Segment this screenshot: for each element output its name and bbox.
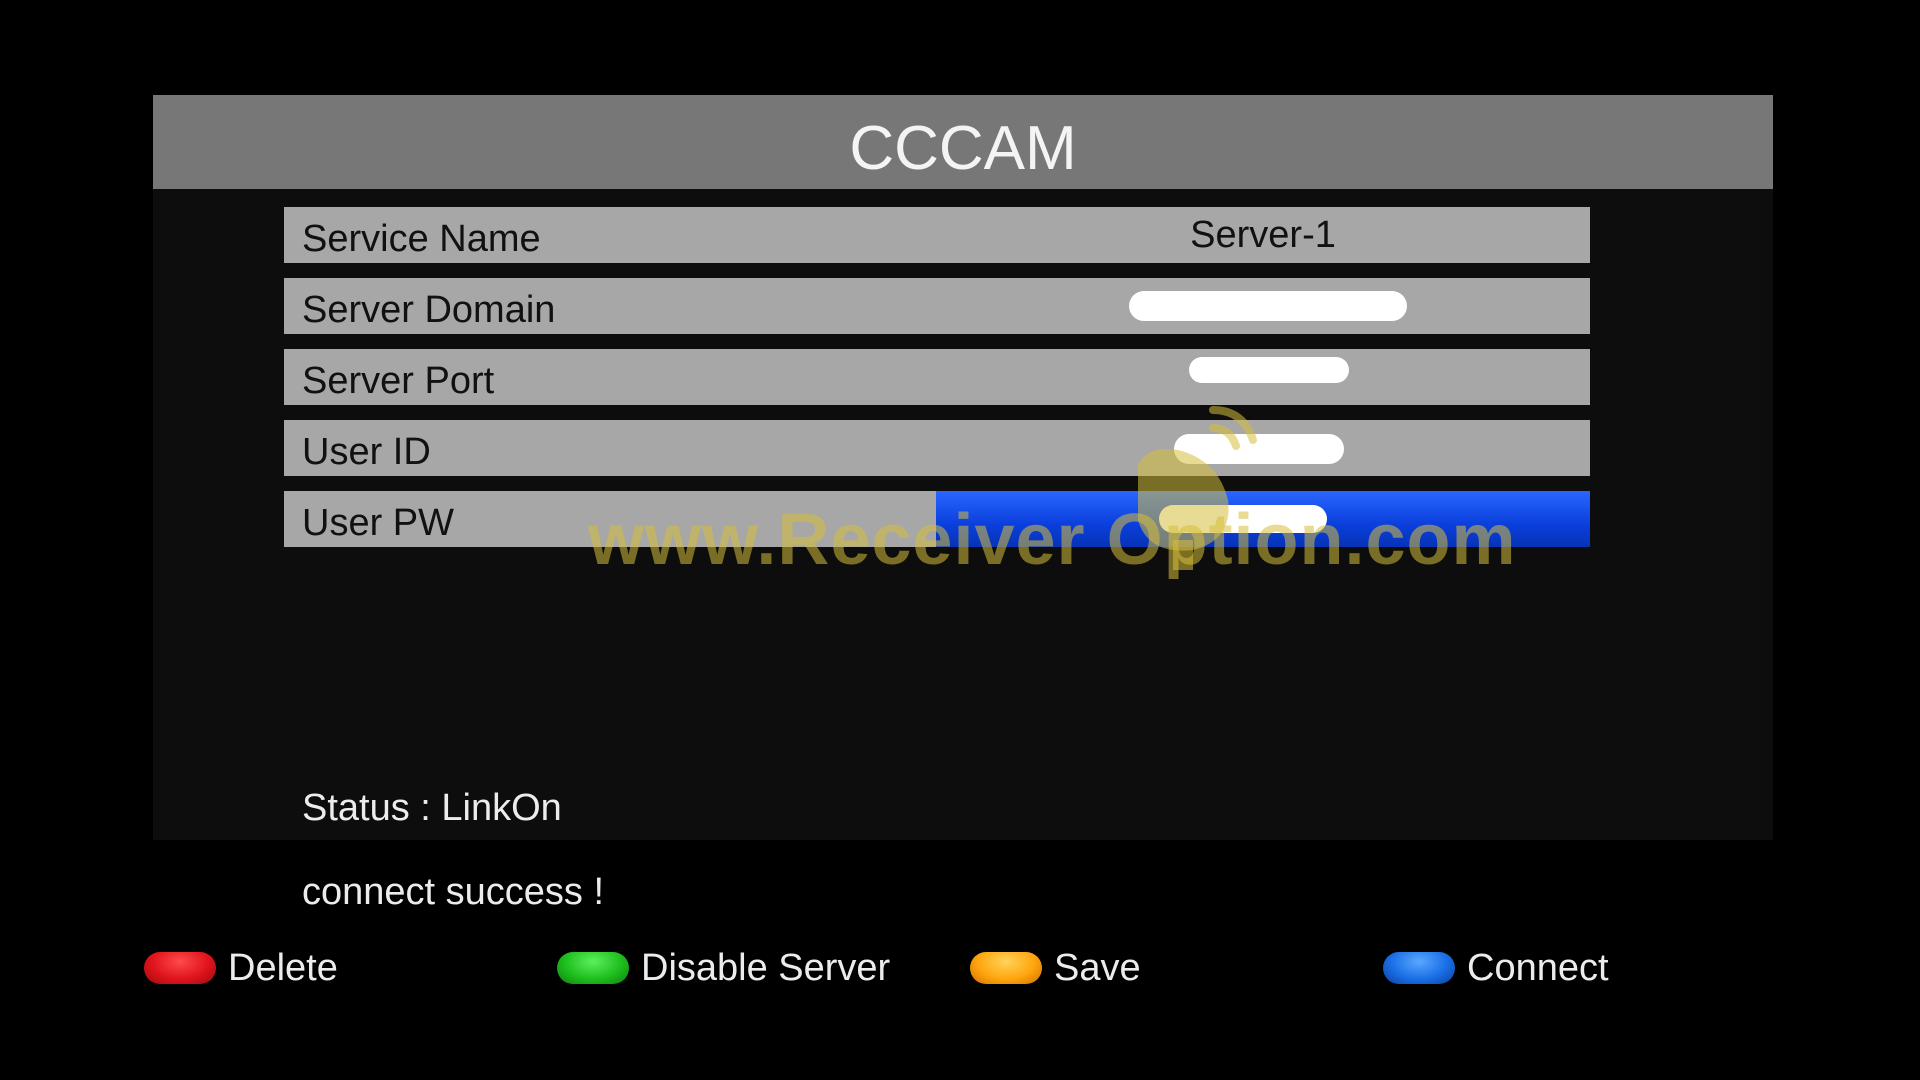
- hint-label: Disable Server: [641, 947, 891, 989]
- red-key-icon: [144, 952, 216, 984]
- message-text: connect success !: [302, 871, 605, 913]
- redaction-mark: [1129, 291, 1407, 321]
- page-title: CCCAM: [849, 114, 1077, 183]
- status-text: Status : LinkOn: [302, 787, 562, 829]
- blue-key-icon: [1383, 952, 1455, 984]
- hint-label: Connect: [1467, 947, 1609, 989]
- cccam-panel: CCCAM Service Name Server-1 Server Domai…: [153, 95, 1773, 840]
- field-server-domain[interactable]: Server Domain: [284, 278, 1590, 334]
- title-bar: CCCAM: [153, 95, 1773, 189]
- field-label: User PW: [302, 502, 454, 544]
- field-user-id[interactable]: User ID: [284, 420, 1590, 476]
- field-service-name[interactable]: Service Name Server-1: [284, 207, 1590, 263]
- yellow-key-icon: [970, 952, 1042, 984]
- field-label: User ID: [302, 431, 431, 473]
- field-server-port[interactable]: Server Port: [284, 349, 1590, 405]
- screen: CCCAM Service Name Server-1 Server Domai…: [0, 0, 1920, 1080]
- field-value[interactable]: Server-1: [936, 207, 1590, 263]
- hint-label: Delete: [228, 947, 338, 989]
- redaction-mark: [1189, 357, 1349, 383]
- watermark-text: www.Receiver Option.com: [588, 500, 1517, 580]
- green-key-icon: [557, 952, 629, 984]
- field-label: Service Name: [302, 218, 541, 260]
- field-label: Server Port: [302, 360, 495, 402]
- hint-label: Save: [1054, 947, 1141, 989]
- field-label: Server Domain: [302, 289, 556, 331]
